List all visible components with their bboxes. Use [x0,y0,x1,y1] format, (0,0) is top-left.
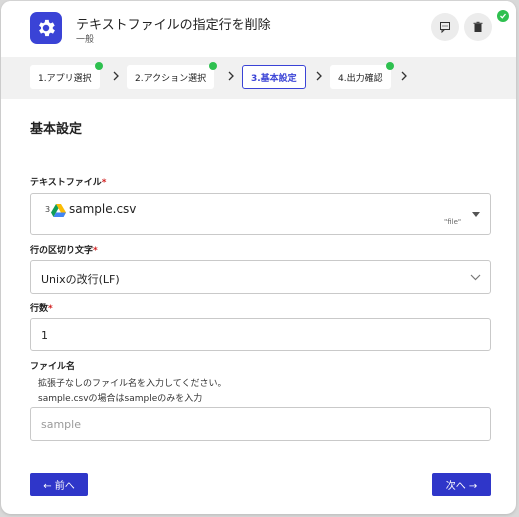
step-done-icon [94,62,103,70]
comment-icon [440,22,450,33]
label-text: 行の区切り文字 [30,246,94,256]
step-label: 2.アクション選択 [135,73,207,84]
file-name-hint: 拡張子なしのファイル名を入力してください。 [38,379,227,389]
chevron-right-icon [401,71,407,81]
step-app-select[interactable]: 1.アプリ選択 [30,62,103,89]
chevron-right-icon [113,71,119,81]
file-name-label: ファイル名 [30,362,76,372]
label-text: 行数 [30,304,49,314]
step-done-icon [209,62,218,70]
delimiter-select[interactable]: Unixの改行(LF) [30,260,491,294]
step-basic-settings[interactable]: 3.基本設定 [242,65,306,89]
required-mark: * [101,178,107,188]
header: テキストファイルの指定行を削除 一般 [1,1,516,57]
line-count-label: 行数* [30,301,53,314]
file-name-placeholder: sample [41,418,81,431]
dialog-card: テキストファイルの指定行を削除 一般 1.アプリ選択 2.アクション選択 3.基… [1,1,516,514]
prev-button[interactable]: ← 前へ [30,473,88,496]
step-label: 1.アプリ選択 [38,73,92,84]
app-title: テキストファイルの指定行を削除 [76,18,271,33]
delimiter-label: 行の区切り文字* [30,243,98,256]
step-label: 3.基本設定 [251,73,297,84]
step-navigation: 1.アプリ選択 2.アクション選択 3.基本設定 4.出力確認 [1,57,516,99]
status-check-icon [497,10,509,22]
next-button[interactable]: 次へ → [432,473,491,496]
type-tag: "file" [444,218,462,226]
step-action-select[interactable]: 2.アクション選択 [127,62,218,89]
variable-index: 3 [45,205,51,214]
section-title: 基本設定 [30,122,83,137]
required-mark: * [93,246,98,256]
trash-icon [473,21,483,32]
label-text: テキストファイル [30,178,102,188]
text-file-select[interactable]: 3 sample.csv "file" [30,193,491,235]
file-value: sample.csv [69,202,137,216]
step-output-check[interactable]: 4.出力確認 [330,62,394,89]
delimiter-value: Unixの改行(LF) [41,273,120,286]
line-count-input[interactable]: 1 [30,318,491,351]
google-drive-icon [51,204,66,217]
step-label: 4.出力確認 [338,73,383,84]
chevron-down-icon [470,274,481,281]
file-name-input[interactable]: sample [30,407,491,441]
caret-down-icon [472,212,480,217]
required-mark: * [48,304,53,314]
app-category: 一般 [76,35,95,45]
gear-icon [30,12,62,44]
line-count-value: 1 [41,329,48,342]
delete-button[interactable] [464,13,492,41]
chevron-right-icon [228,71,234,81]
file-name-example: sample.csvの場合はsampleのみを入力 [38,394,203,404]
text-file-label: テキストファイル* [30,175,106,188]
chevron-right-icon [316,71,322,81]
step-done-icon [385,62,394,70]
comment-button[interactable] [431,13,459,41]
